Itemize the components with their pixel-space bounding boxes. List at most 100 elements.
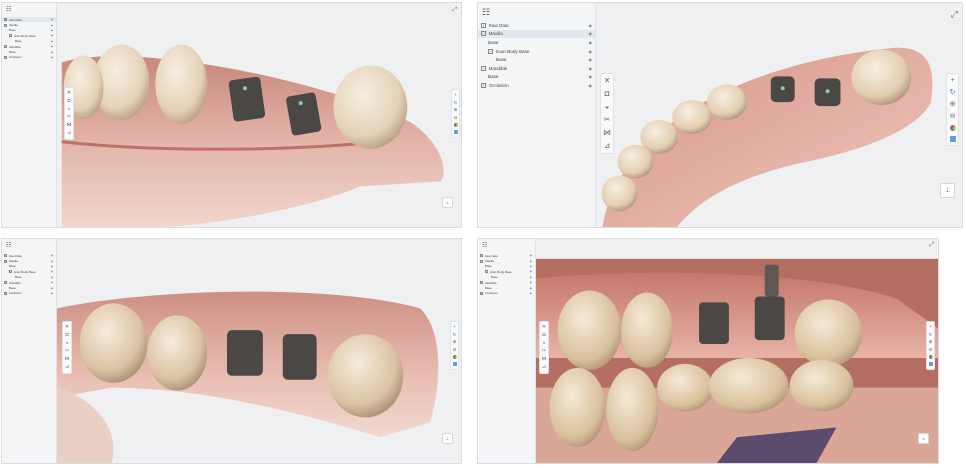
tree-item[interactable]: Base ◉ (478, 73, 595, 82)
add-icon[interactable]: + (453, 324, 456, 330)
zoom-out-icon[interactable]: ⊖ (950, 113, 956, 120)
expand-toggle-icon[interactable]: − (488, 48, 493, 54)
visibility-icon[interactable]: ◉ (530, 276, 532, 279)
layers-icon[interactable]: ☷ (6, 243, 11, 249)
transparency-icon[interactable] (928, 362, 933, 366)
align-icon[interactable]: ⋈ (603, 129, 611, 137)
visibility-icon[interactable]: ◉ (51, 45, 53, 48)
expand-toggle-icon[interactable]: + (480, 254, 483, 258)
trim-icon[interactable]: ✂ (542, 349, 546, 354)
tree-item[interactable]: Base ◉ (2, 285, 56, 290)
tree-item[interactable]: − Maxilla ◉ (478, 258, 535, 263)
tree-item[interactable]: Base ◉ (478, 285, 535, 290)
visibility-icon[interactable]: ◉ (51, 18, 53, 21)
layers-icon[interactable]: ☷ (482, 243, 487, 249)
visibility-icon[interactable]: ◉ (530, 254, 532, 257)
expand-toggle-icon[interactable]: − (4, 45, 7, 49)
tree-item[interactable]: + Occlusion ◉ (478, 291, 535, 296)
tree-item[interactable]: − Scan Body Base ◉ (478, 47, 595, 56)
tree-item[interactable]: + Occlusion ◉ (2, 55, 56, 60)
tree-item[interactable]: − Scan Body Base ◉ (2, 33, 56, 38)
tree-item[interactable]: Base ◉ (2, 49, 56, 54)
expand-toggle-icon[interactable]: − (4, 281, 7, 285)
visibility-icon[interactable]: ◉ (589, 40, 593, 45)
trim-icon[interactable]: ✂ (65, 349, 69, 354)
cut-icon[interactable]: ✕ (65, 325, 69, 330)
expand-toggle-icon[interactable]: + (481, 82, 486, 88)
visibility-icon[interactable]: ◉ (530, 260, 532, 263)
measure-icon[interactable]: ⊿ (542, 365, 546, 370)
tree-item[interactable]: Base ◉ (478, 38, 595, 47)
align-icon[interactable]: ⋈ (542, 357, 547, 362)
zoom-in-icon[interactable]: ⊕ (950, 101, 956, 108)
layers-icon[interactable]: ☷ (6, 7, 11, 13)
tree-item[interactable]: − Maxilla ◉ (478, 29, 595, 39)
tree-item[interactable]: − Mandible ◉ (478, 64, 595, 73)
visibility-icon[interactable]: ◉ (51, 260, 53, 263)
visibility-icon[interactable]: ◉ (51, 292, 53, 295)
expand-toggle-icon[interactable]: − (9, 270, 12, 274)
visibility-icon[interactable]: ◉ (589, 49, 593, 54)
visibility-icon[interactable]: ◉ (589, 23, 593, 28)
visibility-icon[interactable]: ◉ (51, 56, 53, 59)
add-icon[interactable]: + (950, 77, 954, 84)
zoom-in-icon[interactable]: ⊕ (453, 339, 457, 345)
texture-color-icon[interactable] (928, 355, 933, 359)
add-icon[interactable]: + (454, 92, 457, 98)
cut-icon[interactable]: ✕ (67, 91, 71, 96)
tree-item[interactable]: + Occlusion ◉ (2, 291, 56, 296)
visibility-icon[interactable]: ◉ (51, 254, 53, 257)
measure-icon[interactable]: ⊿ (604, 142, 611, 150)
visibility-icon[interactable]: ◉ (51, 34, 53, 37)
zoom-in-icon[interactable]: ⊕ (454, 107, 458, 113)
rotate-icon[interactable]: ↻ (950, 89, 956, 96)
select-icon[interactable]: ◘ (542, 333, 545, 338)
expand-toggle-icon[interactable]: + (4, 291, 7, 295)
expand-toggle-icon[interactable]: + (481, 22, 486, 28)
trim-icon[interactable]: ✂ (67, 115, 71, 120)
fill-icon[interactable]: ◒ (542, 341, 545, 346)
expand-icon[interactable]: ⤢ (452, 7, 457, 14)
tree-item[interactable]: − Maxilla ◉ (2, 22, 56, 27)
expand-toggle-icon[interactable]: − (4, 259, 7, 263)
expand-toggle-icon[interactable]: + (480, 291, 483, 295)
tree-item[interactable]: Base ◉ (2, 28, 56, 33)
visibility-icon[interactable]: ◉ (530, 287, 532, 290)
expand-toggle-icon[interactable]: − (485, 270, 488, 274)
expand-toggle-icon[interactable]: − (481, 31, 486, 37)
texture-color-icon[interactable] (949, 125, 956, 131)
tree-item[interactable]: Base ◉ (2, 264, 56, 269)
orientation-widget[interactable]: ⊥ (442, 433, 453, 444)
zoom-out-icon[interactable]: ⊖ (453, 347, 457, 353)
rotate-icon[interactable]: ↻ (929, 332, 933, 338)
expand-toggle-icon[interactable]: − (480, 259, 483, 263)
add-icon[interactable]: + (929, 324, 932, 330)
expand-icon[interactable]: ⤢ (929, 242, 934, 249)
expand-toggle-icon[interactable]: + (4, 55, 7, 59)
zoom-in-icon[interactable]: ⊕ (929, 339, 933, 345)
viewport-1[interactable]: ☷ + Raw Data ◉ − Maxilla ◉ Base ◉ − Scan Body Bas… (1, 2, 462, 228)
zoom-out-icon[interactable]: ⊖ (929, 347, 933, 353)
select-icon[interactable]: ◘ (65, 333, 68, 338)
visibility-icon[interactable]: ◉ (530, 265, 532, 268)
tree-item[interactable]: Base ◉ (478, 264, 535, 269)
tree-item[interactable]: + Occlusion ◉ (478, 81, 595, 90)
zoom-out-icon[interactable]: ⊖ (454, 115, 458, 121)
visibility-icon[interactable]: ◉ (589, 57, 593, 62)
tree-item[interactable]: + Raw Data ◉ (478, 253, 535, 258)
measure-icon[interactable]: ⊿ (67, 131, 71, 136)
texture-color-icon[interactable] (452, 355, 457, 359)
visibility-icon[interactable]: ◉ (51, 276, 53, 279)
fill-icon[interactable]: ◒ (605, 103, 610, 111)
expand-toggle-icon[interactable]: − (4, 23, 7, 27)
expand-toggle-icon[interactable]: − (481, 65, 486, 71)
align-icon[interactable]: ⋈ (67, 123, 72, 128)
expand-toggle-icon[interactable]: + (4, 254, 7, 258)
visibility-icon[interactable]: ◉ (589, 83, 593, 88)
viewport-3[interactable]: ☷ + Raw Data ◉ − Maxilla ◉ Base ◉ − Scan Body Bas… (1, 238, 462, 464)
viewport-2[interactable]: ☷ + Raw Data ◉ − Maxilla ◉ Base ◉ − Scan Body Bas… (477, 2, 963, 228)
visibility-icon[interactable]: ◉ (530, 270, 532, 273)
transparency-icon[interactable] (453, 130, 458, 134)
fill-icon[interactable]: ◒ (67, 107, 70, 112)
orientation-widget[interactable]: ⊥ (442, 197, 453, 208)
